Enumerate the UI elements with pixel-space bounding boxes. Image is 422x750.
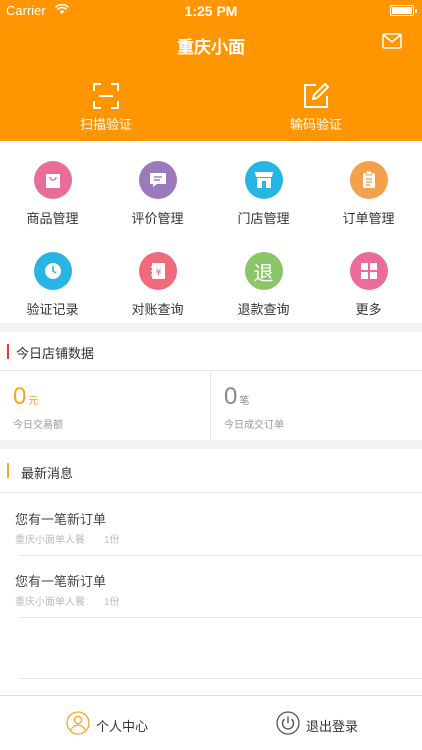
profile-label: 个人中心 — [96, 719, 149, 734]
list-divider — [20, 617, 422, 618]
news-item-product: 重庆小面单人餐 — [15, 535, 85, 546]
news-title: 最新消息 — [21, 466, 74, 481]
battery-icon — [390, 5, 417, 16]
grid-item-reconciliation[interactable]: ¥ 对账查询 — [105, 232, 210, 323]
order-count-unit: 笔 — [239, 396, 250, 407]
grid-item-label: 评价管理 — [131, 211, 184, 226]
list-item[interactable]: 您有一笔新订单 重庆小面单人餐 1份 — [0, 556, 422, 618]
today-data-card: 今日店铺数据 0元 今日交易额 0笔 今日成交订单 — [0, 332, 422, 440]
news-header: 最新消息 — [0, 449, 422, 493]
grid-item-label: 对账查询 — [131, 302, 184, 317]
section-divider — [0, 440, 422, 449]
today-trade-stat: 0元 今日交易额 — [0, 372, 211, 440]
more-grid-icon — [349, 252, 388, 290]
trade-amount-value: 0 — [13, 383, 27, 410]
refund-glyph: 退 — [253, 260, 274, 285]
code-verify-label: 输码验证 — [289, 117, 342, 132]
grid-item-label: 验证记录 — [26, 302, 79, 317]
logout-button[interactable]: 退出登录 — [211, 696, 422, 750]
profile-button[interactable]: 个人中心 — [0, 696, 211, 750]
list-divider — [20, 678, 422, 679]
news-item-quantity: 1份 — [104, 597, 120, 608]
status-time: 1:25 PM — [184, 3, 238, 19]
user-icon — [66, 711, 90, 735]
grid-item-more[interactable]: 更多 — [316, 232, 421, 323]
grid-item-label: 订单管理 — [342, 211, 395, 226]
scan-icon — [93, 83, 119, 109]
news-item-quantity: 1份 — [104, 535, 120, 546]
section-accent-bar — [7, 463, 9, 478]
order-count: 0笔 — [224, 384, 249, 415]
grid-item-orders[interactable]: 订单管理 — [316, 141, 421, 232]
section-accent-bar — [7, 344, 9, 359]
mail-icon[interactable] — [382, 33, 402, 49]
trade-amount-unit: 元 — [28, 396, 39, 407]
scan-verify-button[interactable]: 扫描验证 — [46, 82, 166, 133]
today-data-title: 今日店铺数据 — [16, 346, 95, 361]
list-item[interactable]: 您有一笔新订单 重庆小面单人餐 1份 — [0, 494, 422, 556]
trade-amount-label: 今日交易额 — [13, 420, 63, 431]
grid-item-label: 商品管理 — [26, 211, 79, 226]
code-verify-button[interactable]: 输码验证 — [256, 82, 376, 133]
grid-item-refunds[interactable]: 退 退款查询 — [211, 232, 316, 323]
header: Carrier 1:25 PM 重庆小面 扫描验证 输码验证 — [0, 0, 422, 141]
grid-item-label: 更多 — [355, 302, 382, 317]
bag-icon — [33, 161, 72, 199]
store-icon — [244, 161, 283, 199]
news-item-title: 您有一笔新订单 — [15, 512, 107, 527]
refund-icon: 退 — [244, 252, 283, 290]
section-divider — [0, 323, 422, 332]
news-item-product: 重庆小面单人餐 — [15, 597, 85, 608]
power-icon — [276, 711, 300, 735]
grid-item-products[interactable]: 商品管理 — [0, 141, 105, 232]
logout-label: 退出登录 — [306, 719, 359, 734]
trade-amount: 0元 — [13, 384, 38, 415]
grid-item-label: 退款查询 — [237, 302, 290, 317]
latest-news: 最新消息 您有一笔新订单 重庆小面单人餐 1份 您有一笔新订单 重庆小面单人餐 … — [0, 449, 422, 695]
grid-item-label: 门店管理 — [237, 211, 290, 226]
news-item-title: 您有一笔新订单 — [15, 574, 107, 589]
message-icon — [138, 161, 177, 199]
status-bar: Carrier 1:25 PM — [0, 0, 422, 22]
page-title: 重庆小面 — [177, 38, 245, 57]
clipboard-icon — [349, 161, 388, 199]
edit-icon — [304, 83, 329, 108]
grid-item-stores[interactable]: 门店管理 — [211, 141, 316, 232]
order-count-label: 今日成交订单 — [224, 420, 284, 431]
order-count-value: 0 — [224, 383, 238, 410]
clock-icon — [33, 252, 72, 290]
function-grid: 商品管理 评价管理 门店管理 订单管理 验证记录 ¥ 对账查询 退 退款查询 更… — [0, 141, 422, 323]
scan-verify-label: 扫描验证 — [79, 117, 132, 132]
grid-item-verify-records[interactable]: 验证记录 — [0, 232, 105, 323]
grid-item-reviews[interactable]: 评价管理 — [105, 141, 210, 232]
ledger-icon: ¥ — [138, 252, 177, 290]
today-data-header: 今日店铺数据 — [0, 332, 422, 371]
bottom-tab-bar: 个人中心 退出登录 — [0, 695, 422, 750]
today-orders-stat: 0笔 今日成交订单 — [211, 372, 422, 440]
svg-text:¥: ¥ — [155, 268, 161, 278]
